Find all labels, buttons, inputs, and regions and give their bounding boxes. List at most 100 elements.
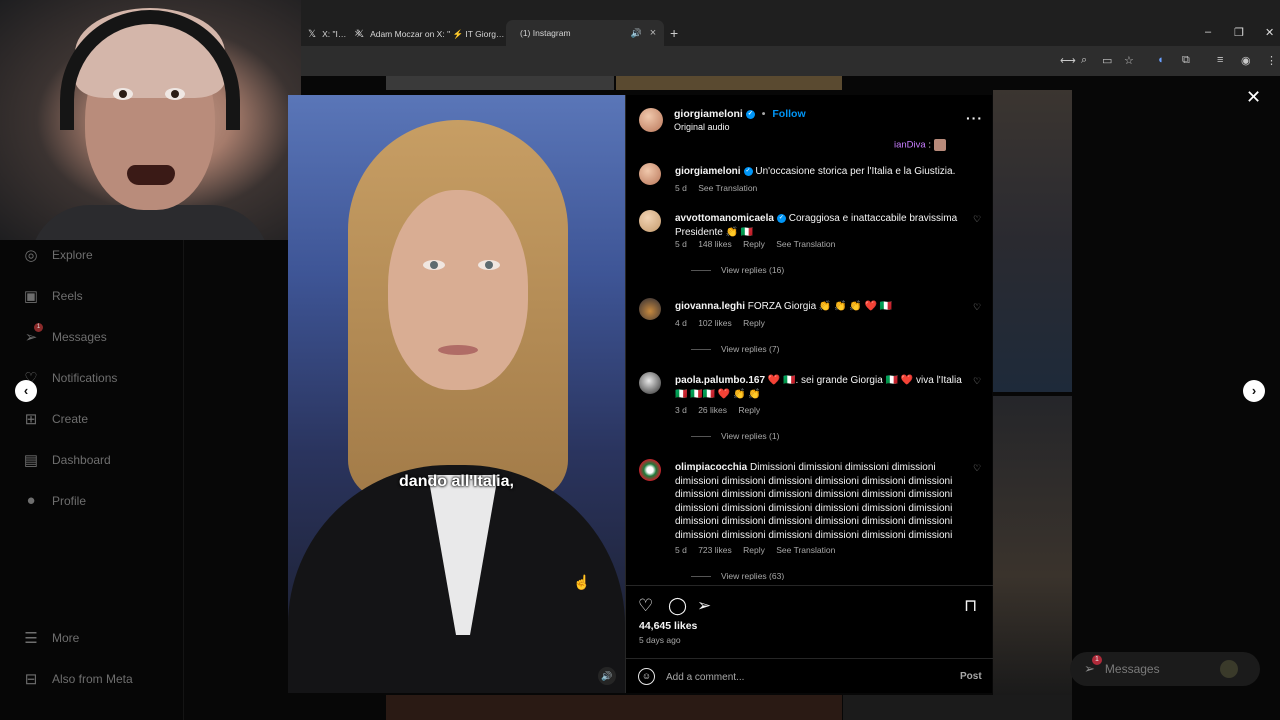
sidebar-item-create[interactable]: ⊞ Create	[22, 410, 88, 428]
sticker-icon	[933, 139, 946, 151]
sidebar-item-more[interactable]: ☰ More	[22, 629, 79, 647]
like-comment-icon[interactable]: ♡	[973, 302, 981, 313]
previous-post-button[interactable]: ‹	[15, 380, 37, 402]
comment-likes[interactable]: 102 likes	[698, 318, 732, 328]
comment-user[interactable]: avvottomanomicaela	[675, 213, 774, 224]
caption-meta: 5 d See Translation	[675, 183, 766, 193]
sidebar-item-dashboard[interactable]: ▤ Dashboard	[22, 451, 111, 469]
comment-bubble-icon[interactable]: ◯	[668, 596, 687, 616]
puzzle-icon[interactable]: ⧉	[1182, 54, 1190, 67]
comment-composer: ☺ Post	[626, 658, 993, 693]
comment-likes[interactable]: 26 likes	[698, 405, 727, 415]
audio-label[interactable]: Original audio	[674, 122, 730, 132]
sidebar-item-reels[interactable]: ▣ Reels	[22, 287, 83, 305]
post-header: giorgiameloni ✓ • Follow	[674, 108, 806, 120]
video-subtitle: dando all'Italia,	[399, 473, 514, 490]
sidebar-item-label: Messages	[52, 330, 107, 344]
minimize-button[interactable]: –	[1205, 26, 1211, 38]
comments-list[interactable]: giorgiameloni ✓ Un'occasione storica per …	[626, 155, 993, 580]
post-date: 5 days ago	[639, 635, 681, 645]
comment-likes[interactable]: 148 likes	[698, 239, 732, 249]
avatar[interactable]	[639, 372, 661, 394]
zoom-icon[interactable]: ⌕	[1081, 54, 1087, 67]
video-lips	[438, 345, 478, 355]
sidebar-item-profile[interactable]: ● Profile	[22, 492, 86, 509]
post-comment-button[interactable]: Post	[960, 671, 982, 682]
more-options-icon[interactable]: ···	[966, 110, 983, 126]
save-bookmark-icon[interactable]: ⊓	[964, 596, 977, 616]
next-post-button[interactable]: ›	[1243, 380, 1265, 402]
see-translation-link[interactable]: See Translation	[776, 239, 835, 249]
bookmark-star-icon[interactable]: ☆	[1124, 54, 1134, 67]
avatar[interactable]	[639, 459, 661, 481]
comment-user[interactable]: giorgiameloni	[675, 166, 741, 177]
see-translation-link[interactable]: See Translation	[776, 545, 835, 555]
sidebar-item-explore[interactable]: ◎ Explore	[22, 246, 92, 264]
sidebar-item-messages[interactable]: ➢ 1 Messages	[22, 323, 107, 346]
speaker-icon[interactable]: 🔊	[631, 28, 642, 39]
tab-search-icon[interactable]: ≡	[1217, 54, 1223, 66]
comment-user[interactable]: paola.palumbo.167	[675, 375, 765, 386]
reply-link[interactable]: Reply	[743, 239, 765, 249]
avatar[interactable]	[639, 108, 663, 132]
like-count[interactable]: 44,645 likes	[639, 620, 697, 632]
meta-grid-icon: ⊟	[24, 671, 38, 688]
avatar[interactable]	[639, 163, 661, 185]
view-replies-link[interactable]: View replies (63)	[691, 571, 784, 580]
new-tab-button[interactable]: +	[670, 25, 678, 41]
close-icon[interactable]: ×	[650, 27, 656, 39]
tab-title: (1) Instagram	[520, 28, 571, 38]
like-comment-icon[interactable]: ♡	[973, 214, 981, 225]
comment-user[interactable]: olimpiacocchia	[675, 462, 747, 473]
avatar[interactable]	[639, 210, 661, 232]
like-comment-icon[interactable]: ♡	[973, 463, 981, 474]
separator-dot: •	[761, 108, 766, 120]
kebab-menu-icon[interactable]: ⋮	[1266, 54, 1277, 67]
reel-video[interactable]: dando all'Italia, 🔊	[288, 95, 625, 693]
grid-thumbnail[interactable]	[993, 396, 1072, 696]
like-comment-icon[interactable]: ♡	[973, 376, 981, 387]
mute-button[interactable]: 🔊	[598, 667, 616, 685]
grid-thumbnail[interactable]	[993, 90, 1072, 392]
translate-icon[interactable]: ⟷	[1060, 54, 1076, 67]
sidebar-item-also-from-meta[interactable]: ⊟ Also from Meta	[22, 670, 133, 688]
avatar[interactable]	[639, 298, 661, 320]
extension-icon[interactable]: ◖	[1157, 54, 1164, 66]
view-replies-link[interactable]: View replies (1)	[691, 431, 779, 441]
restore-button[interactable]: ❐	[1234, 26, 1244, 39]
post-author[interactable]: giorgiameloni	[674, 108, 743, 120]
video-eye	[423, 260, 445, 270]
browser-tab[interactable]: 𝕏 Adam Moczar on X: " ⚡ IT Giorg… ×	[348, 22, 527, 46]
mouse-cursor-icon: ☝	[573, 574, 591, 590]
comment-text: Dimissioni dimissioni dimissioni dimissi…	[675, 462, 953, 541]
follow-button[interactable]: Follow	[772, 108, 805, 120]
comment-body: paola.palumbo.167 ❤️ 🇮🇹. sei grande Gior…	[675, 374, 965, 401]
view-replies-link[interactable]: View replies (16)	[691, 265, 784, 275]
reply-link[interactable]: Reply	[743, 545, 765, 555]
screen: { "browser": { "tabs": [ {"label": "X: \…	[0, 0, 1280, 720]
reply-link[interactable]: Reply	[738, 405, 760, 415]
grid-thumbnail	[386, 76, 614, 90]
sidebar-item-notifications[interactable]: ♡ Notifications	[22, 369, 117, 387]
comment-user[interactable]: giovanna.leghi	[675, 301, 745, 312]
browser-tab-active[interactable]: (1) Instagram 🔊 ×	[506, 20, 664, 46]
messages-drawer-button[interactable]: ➢ 1 Messages	[1070, 652, 1260, 686]
share-paper-plane-icon[interactable]: ➢	[697, 596, 711, 616]
webcam-shirt	[30, 205, 270, 240]
emoji-icon[interactable]: ☺	[638, 668, 655, 685]
menu-icon: ☰	[24, 630, 38, 647]
pinned-comment: ianDiva :	[894, 139, 946, 151]
window-close-button[interactable]: ✕	[1265, 26, 1274, 39]
like-heart-icon[interactable]: ♡	[638, 596, 653, 616]
messenger-icon: ➢ 1	[22, 323, 43, 346]
see-translation-link[interactable]: See Translation	[698, 183, 757, 193]
close-modal-icon[interactable]: ✕	[1246, 87, 1261, 108]
profile-avatar-icon[interactable]: ◉	[1241, 54, 1251, 67]
view-replies-link[interactable]: View replies (7)	[691, 344, 779, 354]
reply-link[interactable]: Reply	[743, 318, 765, 328]
cast-icon[interactable]: ▭	[1102, 54, 1112, 67]
comment-input[interactable]	[666, 667, 936, 687]
comment-likes[interactable]: 723 likes	[698, 545, 732, 555]
pinned-user[interactable]: ianDiva	[894, 140, 926, 151]
sidebar-item-label: Notifications	[52, 371, 118, 385]
